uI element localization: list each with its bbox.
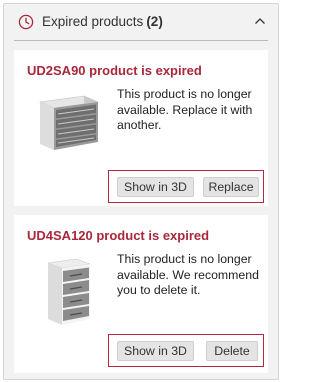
- expired-products-panel: Expired products (2) UD2SA90 product is e…: [3, 3, 279, 380]
- product-thumbnail: [38, 95, 100, 150]
- panel-header[interactable]: Expired products (2): [4, 4, 278, 42]
- panel-title-text: Expired products: [42, 14, 144, 29]
- chevron-up-icon[interactable]: [254, 16, 266, 26]
- replace-button[interactable]: Replace: [203, 177, 259, 197]
- expired-product-card: UD2SA90 product is expired This product …: [14, 50, 268, 206]
- expired-product-card: UD4SA120 product is expired This product…: [14, 215, 268, 373]
- header-divider: [14, 40, 268, 41]
- expired-count: (2): [146, 14, 163, 29]
- product-thumbnail: [47, 258, 91, 325]
- product-expired-message: This product is no longer available. We …: [117, 252, 259, 297]
- product-expired-title: UD4SA120 product is expired: [27, 228, 210, 243]
- panel-title: Expired products (2): [42, 14, 163, 29]
- product-expired-message: This product is no longer available. Rep…: [117, 87, 253, 132]
- show-in-3d-button[interactable]: Show in 3D: [117, 341, 194, 361]
- delete-button[interactable]: Delete: [206, 341, 258, 361]
- clock-icon: [18, 14, 34, 30]
- product-actions: Show in 3D Replace: [108, 170, 264, 203]
- product-actions: Show in 3D Delete: [108, 334, 264, 367]
- product-expired-title: UD2SA90 product is expired: [27, 63, 202, 78]
- show-in-3d-button[interactable]: Show in 3D: [117, 177, 194, 197]
